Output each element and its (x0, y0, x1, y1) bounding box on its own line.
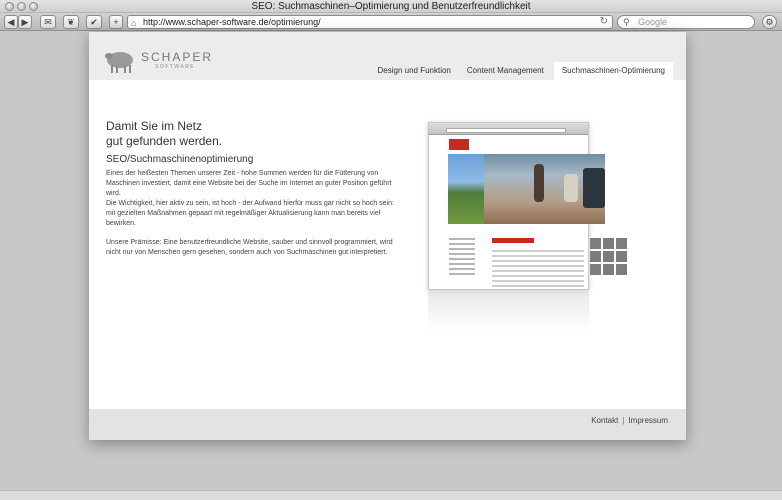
address-bar[interactable]: ⌂ http://www.schaper-software.de/optimie… (127, 15, 613, 29)
search-icon: ⚲ (623, 17, 630, 27)
screenshot-logo (449, 139, 469, 150)
add-bookmark-button[interactable]: + (109, 15, 123, 29)
checkmark-icon[interactable]: ✔ (86, 15, 102, 29)
screenshot-hero-photo (448, 154, 605, 224)
screenshot-sidebar (449, 238, 475, 288)
screenshot-thumbnails (590, 238, 630, 275)
main-content: Damit Sie im Netz gut gefunden werden. S… (106, 119, 396, 258)
search-input[interactable]: ⚲ Google (617, 15, 755, 29)
reload-icon[interactable]: ↻ (600, 16, 608, 28)
screenshot-browser-bar (429, 123, 588, 135)
back-button[interactable]: ◀ (4, 15, 18, 29)
contact-link[interactable]: Kontakt (591, 416, 618, 425)
window-title: SEO: Suchmaschinen–Optimierung und Benut… (251, 1, 531, 12)
page-heading-line2: gut gefunden werden. (106, 134, 223, 148)
logo-subtitle: SOFTWARE (155, 64, 196, 70)
browser-toolbar: ◀ ▶ ✉ ❦ ✔ + ⌂ http://www.schaper-softwar… (0, 13, 782, 31)
screenshot-reflection (428, 292, 589, 332)
window-titlebar: SEO: Suchmaschinen–Optimierung und Benut… (0, 0, 782, 13)
section-subheading: SEO/Suchmaschinenoptimierung (106, 154, 254, 165)
imprint-link[interactable]: Impressum (628, 416, 668, 425)
mail-icon[interactable]: ✉ (40, 15, 56, 29)
forward-button[interactable]: ▶ (18, 15, 32, 29)
window-bottom-bar (0, 490, 782, 500)
nav-design-und-funktion[interactable]: Design und Funktion (370, 62, 459, 80)
page-viewport: SCHAPER SOFTWARE Design und Funktion Con… (0, 32, 782, 500)
nav-suchmaschinen-optimierung[interactable]: Suchmaschinen-Optimierung (553, 62, 673, 80)
page-heading-line1: Damit Sie im Netz (106, 119, 203, 133)
screenshot-headline (492, 238, 534, 243)
site-footer: Kontakt | Impressum (89, 409, 686, 440)
intro-paragraph: Eines der heißesten Themen unserer Zeit … (106, 170, 392, 197)
premise-paragraph: Unsere Prämisse: Eine benutzerfreundlich… (106, 239, 393, 256)
leaf-icon[interactable]: ❦ (63, 15, 79, 29)
logo-name: SCHAPER (141, 50, 214, 64)
importance-paragraph: Die Wichtigkeit, hier aktiv zu sein, ist… (106, 200, 394, 227)
sheep-icon (105, 52, 133, 73)
site-header: SCHAPER SOFTWARE Design und Funktion Con… (89, 32, 686, 80)
url-text: http://www.schaper-software.de/optimieru… (143, 17, 321, 27)
footer-links: Kontakt | Impressum (591, 416, 668, 425)
main-navigation: Design und Funktion Content Management S… (370, 62, 673, 80)
website-container: SCHAPER SOFTWARE Design und Funktion Con… (89, 32, 686, 440)
footer-separator: | (622, 416, 625, 425)
search-placeholder: Google (638, 17, 668, 27)
schaper-logo[interactable]: SCHAPER SOFTWARE (103, 50, 211, 74)
nav-content-management[interactable]: Content Management (459, 62, 552, 80)
settings-gear-icon[interactable]: ⚙ (762, 15, 777, 29)
site-icon: ⌂ (131, 18, 137, 28)
screenshot-body-text (492, 250, 584, 290)
